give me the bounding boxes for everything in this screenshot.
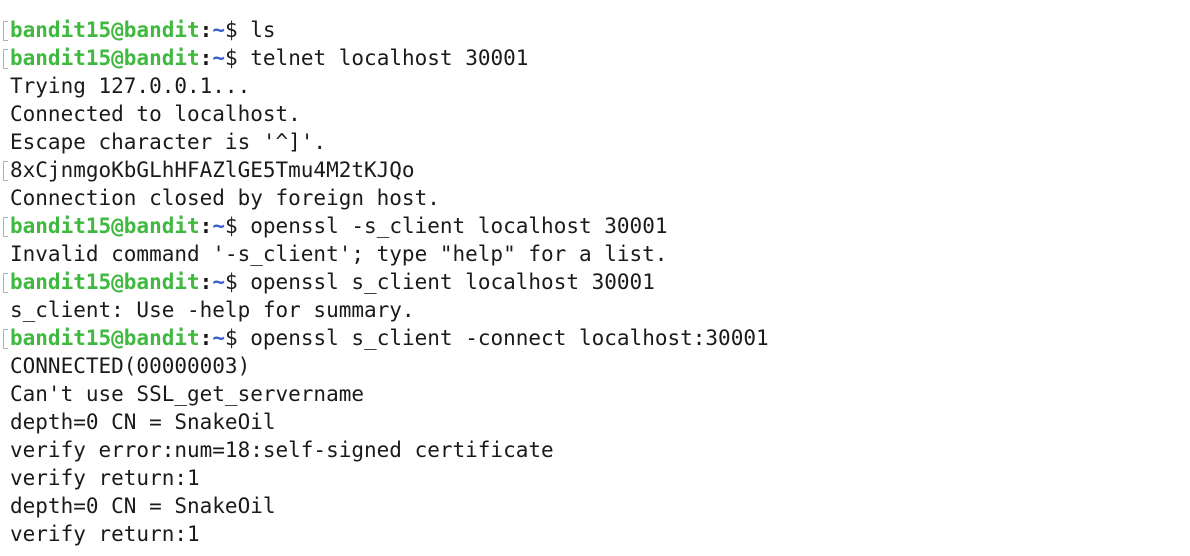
output-line: verify return:1 (0, 520, 1190, 548)
prompt-symbol: $ (224, 46, 238, 70)
output-text: Can't use SSL_get_servername (10, 382, 365, 406)
prompt-line: bandit15@bandit:~$ openssl -s_client loc… (0, 212, 1190, 240)
line-mark-icon (3, 329, 8, 349)
prompt-path: ~ (212, 18, 225, 42)
prompt-user: bandit15@bandit (10, 326, 200, 350)
output-line: Can't use SSL_get_servername (0, 380, 1190, 408)
output-line: Trying 127.0.0.1... (0, 72, 1190, 100)
prompt-user: bandit15@bandit (10, 46, 200, 70)
output-line: depth=0 CN = SnakeOil (0, 492, 1190, 520)
command-text: openssl s_client localhost 30001 (237, 270, 655, 294)
output-line: 8xCjnmgoKbGLhHFAZlGE5Tmu4M2tKJQo (0, 156, 1190, 184)
output-text: CONNECTED(00000003) (10, 354, 251, 378)
command-text: openssl -s_client localhost 30001 (237, 214, 668, 238)
output-text: 8xCjnmgoKbGLhHFAZlGE5Tmu4M2tKJQo (10, 158, 415, 182)
prompt-separator: : (199, 18, 213, 42)
prompt-symbol: $ (224, 214, 238, 238)
output-text: depth=0 CN = SnakeOil (10, 410, 276, 434)
output-line: CONNECTED(00000003) (0, 352, 1190, 380)
prompt-line: bandit15@bandit:~$ openssl s_client loca… (0, 268, 1190, 296)
command-text: openssl s_client -connect localhost:3000… (237, 326, 769, 350)
output-text: Connection closed by foreign host. (10, 186, 440, 210)
prompt-separator: : (199, 46, 213, 70)
line-mark-icon (3, 21, 8, 41)
output-line: Escape character is '^]'. (0, 128, 1190, 156)
prompt-path: ~ (212, 46, 225, 70)
output-text: verify error:num=18:self-signed certific… (10, 438, 554, 462)
prompt-symbol: $ (224, 326, 238, 350)
output-text: verify return:1 (10, 466, 200, 490)
line-mark-icon (3, 217, 8, 237)
output-text: Connected to localhost. (10, 102, 301, 126)
prompt-user: bandit15@bandit (10, 214, 200, 238)
output-text: Escape character is '^]'. (10, 130, 327, 154)
terminal-window[interactable]: bandit15@bandit:~$ ls bandit15@bandit:~$ … (0, 0, 1190, 556)
prompt-path: ~ (212, 214, 225, 238)
line-mark-icon (3, 273, 8, 293)
line-mark-icon (3, 161, 8, 181)
output-text: depth=0 CN = SnakeOil (10, 494, 276, 518)
output-line: verify error:num=18:self-signed certific… (0, 436, 1190, 464)
prompt-separator: : (199, 214, 213, 238)
prompt-user: bandit15@bandit (10, 270, 200, 294)
output-text: verify return:1 (10, 522, 200, 546)
prompt-separator: : (199, 326, 213, 350)
prompt-path: ~ (212, 326, 225, 350)
output-line: verify return:1 (0, 464, 1190, 492)
prompt-path: ~ (212, 270, 225, 294)
prompt-separator: : (199, 270, 213, 294)
output-text: Trying 127.0.0.1... (10, 74, 251, 98)
prompt-user: bandit15@bandit (10, 18, 200, 42)
output-text: s_client: Use -help for summary. (10, 298, 415, 322)
prompt-line: bandit15@bandit:~$ ls (0, 16, 1190, 44)
output-line: Connection closed by foreign host. (0, 184, 1190, 212)
prompt-line: bandit15@bandit:~$ openssl s_client -con… (0, 324, 1190, 352)
line-mark-icon (3, 49, 8, 69)
prompt-symbol: $ (224, 270, 238, 294)
output-text: Invalid command '-s_client'; type "help"… (10, 242, 668, 266)
command-text: telnet localhost 30001 (237, 46, 529, 70)
command-text: ls (237, 18, 276, 42)
prompt-line: bandit15@bandit:~$ telnet localhost 3000… (0, 44, 1190, 72)
output-line: Invalid command '-s_client'; type "help"… (0, 240, 1190, 268)
output-line: depth=0 CN = SnakeOil (0, 408, 1190, 436)
output-line: s_client: Use -help for summary. (0, 296, 1190, 324)
prompt-symbol: $ (224, 18, 238, 42)
output-line: Connected to localhost. (0, 100, 1190, 128)
